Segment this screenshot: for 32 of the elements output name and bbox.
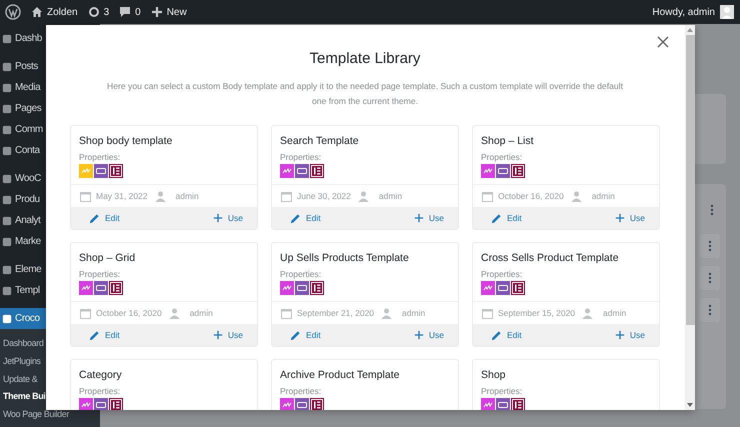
template-title: Shop – Grid xyxy=(79,251,136,265)
properties-label: Properties: xyxy=(481,152,524,163)
modal-title: Template Library xyxy=(310,49,420,69)
template-date: September 15, 2020 xyxy=(498,308,576,318)
template-date: October 16, 2020 xyxy=(498,191,564,201)
template-title: Up Sells Products Template xyxy=(280,251,410,265)
properties-label: Properties: xyxy=(481,269,524,280)
properties-label: Properties: xyxy=(280,386,322,397)
properties-label: Properties: xyxy=(79,269,122,280)
template-title: Archive Product Template xyxy=(280,368,400,382)
modal-description: Here you can select a custom Body template and apply it to the needed page template. Such a custom template will override the default one from the current theme. xyxy=(106,80,624,108)
template-author: admin xyxy=(592,191,615,201)
template-author: admin xyxy=(190,308,213,318)
properties-label: Properties: xyxy=(481,386,524,397)
template-date: June 30, 2022 xyxy=(297,191,351,201)
properties-label: Properties: xyxy=(280,152,322,163)
properties-label: Properties: xyxy=(79,386,122,397)
template-title: Category xyxy=(79,368,123,382)
template-date: May 31, 2022 xyxy=(96,191,148,201)
properties-label: Properties: xyxy=(280,269,322,280)
template-title: Cross Sells Product Template xyxy=(481,251,620,265)
template-date: September 21, 2020 xyxy=(297,308,374,318)
properties-label: Properties: xyxy=(79,152,122,163)
template-date: October 16, 2020 xyxy=(96,308,162,318)
template-title: Shop – List xyxy=(481,134,535,148)
template-title: Search Template xyxy=(280,134,360,148)
template-author: admin xyxy=(176,191,199,201)
template-author: admin xyxy=(402,308,426,318)
template-title: Shop xyxy=(481,368,507,382)
template-author: admin xyxy=(378,191,402,201)
template-author: admin xyxy=(603,308,626,318)
template-title: Shop body template xyxy=(79,134,174,148)
